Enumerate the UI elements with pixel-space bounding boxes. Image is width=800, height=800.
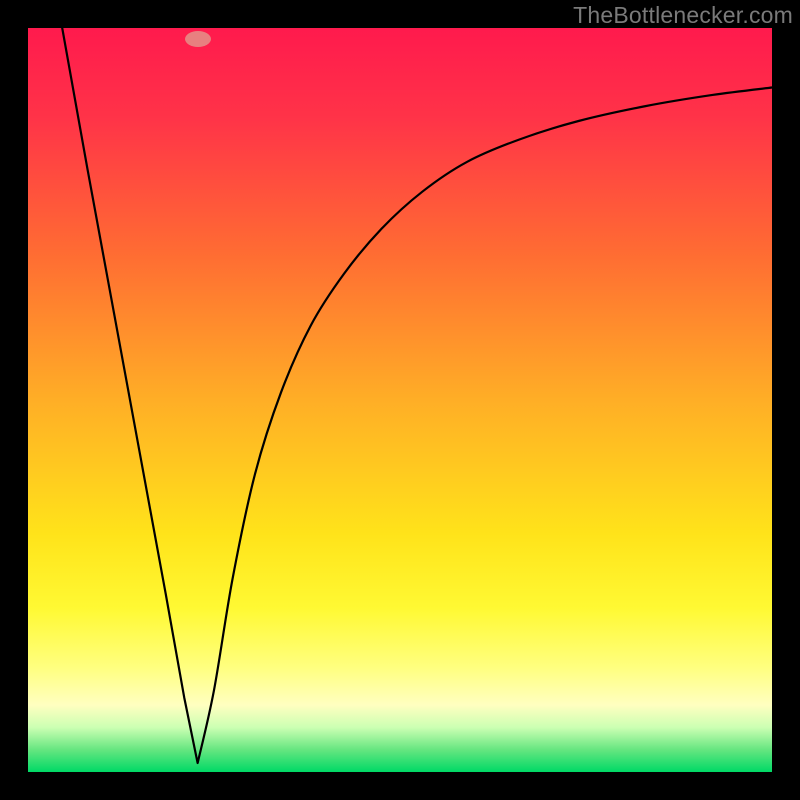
- watermark-text: TheBottlenecker.com: [573, 2, 793, 29]
- chart-frame: TheBottlenecker.com: [0, 0, 800, 800]
- plot-area: [28, 28, 772, 772]
- bottleneck-curve: [28, 28, 772, 772]
